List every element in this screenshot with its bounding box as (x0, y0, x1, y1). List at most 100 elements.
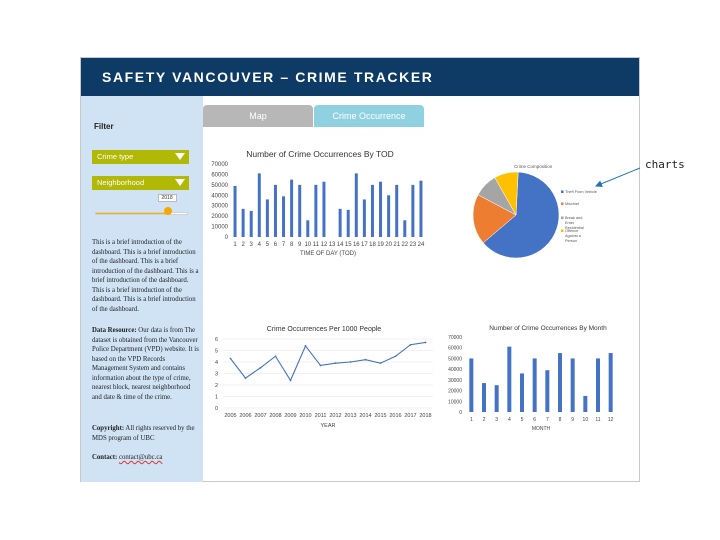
x-tick-label: 2017 (404, 413, 416, 419)
bar (387, 195, 391, 237)
bar (507, 346, 512, 412)
x-tick-label: 2009 (284, 413, 296, 419)
charts-annotation: charts (645, 158, 685, 171)
y-tick-label: 20000 (448, 389, 462, 395)
legend-label: Offence (565, 229, 578, 233)
annotation-arrow (595, 167, 641, 187)
x-tick-label: 9 (298, 242, 302, 248)
x-tick-label: 6 (533, 417, 536, 423)
x-tick-label: 2013 (344, 413, 356, 419)
x-tick-label: 10 (583, 417, 589, 423)
x-tick-label: 4 (508, 417, 511, 423)
bar (257, 173, 261, 237)
x-tick-label: 12 (321, 242, 328, 248)
y-tick-label: 50000 (448, 356, 462, 362)
x-tick-label: 10 (304, 242, 311, 248)
y-tick-label: 70000 (211, 162, 228, 168)
data-point (289, 379, 292, 382)
data-point (394, 355, 397, 358)
x-tick-label: 2018 (419, 413, 431, 419)
y-tick-label: 50000 (211, 183, 228, 189)
y-tick-label: 0 (215, 406, 218, 412)
y-tick-label: 60000 (211, 172, 228, 178)
x-tick-label: 2015 (374, 413, 386, 419)
x-tick-label: 14 (337, 242, 344, 248)
y-tick-label: 30000 (448, 378, 462, 384)
x-tick-label: 4 (258, 242, 262, 248)
charts-layer: Number of Crime Occurrences By TOD 0 10000… (211, 149, 641, 432)
legend-swatch (561, 229, 564, 232)
bar (570, 358, 575, 412)
bar (520, 373, 524, 412)
bar (532, 358, 537, 412)
chart-title: Number of Crime Occurrences By Month (489, 325, 607, 332)
x-tick-label: 22 (401, 242, 408, 248)
y-tick-label: 10000 (448, 399, 462, 405)
bar (233, 185, 237, 237)
legend-label: Person (565, 239, 577, 243)
data-point (274, 355, 277, 358)
y-tick-label: 4 (215, 360, 218, 366)
x-tick-label: 12 (608, 417, 614, 423)
x-tick-label: 2 (241, 242, 245, 248)
bar (558, 353, 562, 412)
bar (583, 395, 588, 412)
legend-label: Theft From Vehicle (565, 190, 597, 194)
x-tick-label: 2008 (269, 413, 281, 419)
y-tick-label: 0 (225, 235, 229, 241)
x-tick-label: 7 (546, 417, 549, 423)
bar (379, 181, 383, 237)
x-tick-label: 8 (290, 242, 294, 248)
legend-swatch (561, 202, 564, 205)
y-tick-label: 0 (459, 410, 462, 416)
x-tick-label: 16 (353, 242, 360, 248)
data-point (334, 362, 337, 365)
bar (314, 184, 318, 237)
y-tick-label: 20000 (211, 214, 228, 220)
y-tick-label: 60000 (448, 346, 462, 352)
bar (608, 353, 613, 412)
y-tick-label: 1 (215, 395, 218, 401)
x-tick-label: 20 (385, 242, 392, 248)
y-tick-label: 30000 (211, 204, 228, 210)
x-tick-label: 23 (410, 242, 417, 248)
x-tick-label: 1 (233, 242, 237, 248)
bar (362, 199, 366, 237)
x-tick-label: 2012 (329, 413, 341, 419)
chart-title: Number of Crime Occurrences By TOD (246, 149, 394, 159)
y-tick-label: 10000 (211, 225, 228, 231)
y-tick-label: 3 (215, 372, 218, 378)
bar (282, 196, 286, 237)
monthly-bar-chart: Number of Crime Occurrences By Month 0 100… (448, 325, 614, 432)
bar (354, 173, 358, 237)
x-tick-label: 7 (282, 242, 286, 248)
bar (596, 358, 600, 412)
legend-swatch (561, 216, 564, 219)
x-tick-label: 2 (483, 417, 486, 423)
data-point (319, 364, 322, 367)
yearly-line-chart: Crime Occurrences Per 1000 People 0 1 2 3 4 5 6… (215, 326, 433, 429)
y-tick-label: 70000 (448, 335, 462, 341)
x-tick-label: 5 (266, 242, 270, 248)
x-tick-label: 11 (595, 417, 600, 423)
x-tick-label: 6 (274, 242, 278, 248)
crime-composition-pie-chart: Crime Composition Theft From Vehicle Misch… (472, 164, 597, 259)
y-tick-label: 40000 (448, 367, 462, 373)
x-tick-label: 2005 (224, 413, 236, 419)
bar (469, 358, 474, 412)
bar (419, 180, 423, 237)
y-tick-label: 6 (215, 337, 218, 343)
legend-label: Enter (565, 221, 575, 225)
bar (395, 184, 399, 237)
bar (298, 184, 302, 237)
bar (411, 184, 415, 237)
bar (265, 199, 269, 237)
x-tick-label: 2014 (359, 413, 371, 419)
data-point (244, 377, 247, 379)
data-point (229, 357, 232, 360)
x-tick-label: 2011 (315, 413, 327, 419)
bar (249, 210, 253, 237)
y-tick-label: 2 (215, 383, 218, 389)
x-axis-label: TIME OF DAY (TOD) (300, 251, 356, 257)
x-tick-label: 18 (369, 242, 376, 248)
